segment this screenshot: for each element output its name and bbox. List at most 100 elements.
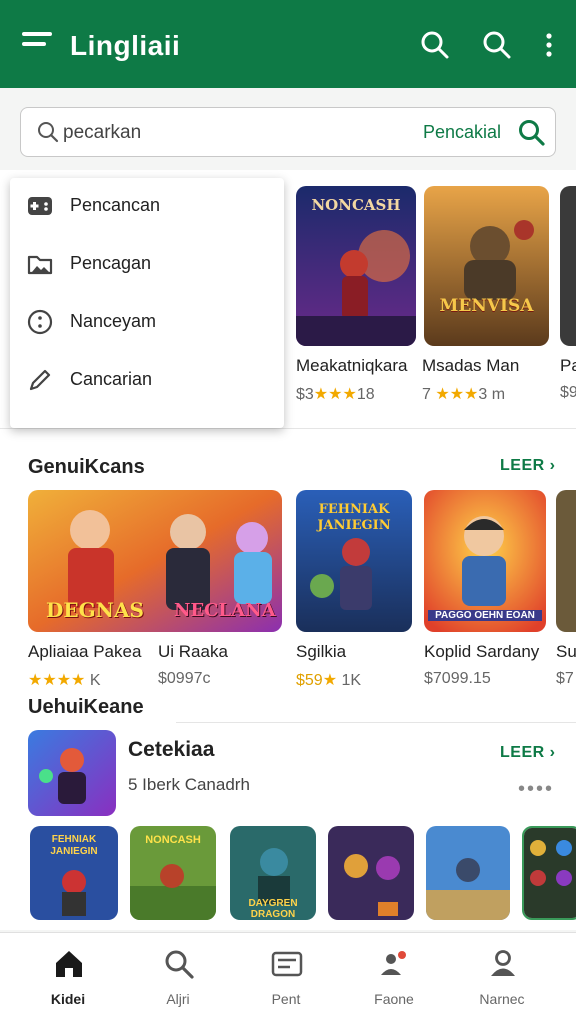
smiley-icon bbox=[27, 309, 53, 335]
game-card[interactable]: MENVISA bbox=[424, 186, 549, 346]
game-title: Koplid Sardany bbox=[424, 642, 540, 661]
search-icon bbox=[38, 122, 59, 143]
card-icon bbox=[271, 951, 303, 977]
game-card[interactable]: NONCASH bbox=[296, 186, 416, 346]
menu-item[interactable]: Pencagan bbox=[10, 236, 284, 292]
game-title: Ui Raaka bbox=[158, 642, 228, 661]
game-banner-text: DEGNAS bbox=[46, 598, 144, 622]
game-card[interactable]: FEHNIAK JANIEGIN bbox=[296, 490, 412, 632]
game-cover-image bbox=[424, 186, 549, 346]
game-title: Pa bbox=[560, 356, 576, 375]
rating-value: 18 bbox=[356, 386, 375, 403]
game-cover-image bbox=[328, 826, 414, 920]
game-title: Sgilkia bbox=[296, 642, 347, 661]
more-options-dots[interactable]: •••• bbox=[518, 778, 554, 801]
search-bar[interactable]: pecarkan Pencakial bbox=[20, 107, 556, 157]
rating-stars: ★ bbox=[322, 672, 338, 689]
game-card[interactable]: DEGNAS NECLANA bbox=[28, 490, 282, 632]
featured-game-title: Cetekiaa bbox=[128, 738, 215, 761]
game-price: 7 bbox=[422, 386, 431, 403]
game-thumbnail-partial[interactable] bbox=[522, 826, 576, 920]
game-meta: $9 bbox=[560, 384, 576, 402]
nav-item-card[interactable]: Pent bbox=[236, 933, 336, 1025]
app-bar: Lingliaii bbox=[0, 0, 576, 88]
game-thumbnail[interactable] bbox=[426, 826, 510, 920]
game-banner-text: FEHNIAK JANIEGIN bbox=[317, 502, 391, 533]
nav-item-people[interactable]: Faone bbox=[344, 933, 444, 1025]
bottom-navigation: Kidei Aljri Pent Faone Narnec bbox=[0, 932, 576, 1025]
featured-game-subtitle: 5 Iberk Canadrh bbox=[128, 775, 250, 794]
see-more-link[interactable]: LEER › bbox=[500, 744, 555, 762]
game-banner-text: PAGGO OEHN EOAN bbox=[428, 610, 542, 621]
game-card-partial[interactable] bbox=[560, 186, 576, 346]
game-cover-image bbox=[426, 826, 510, 920]
pen-icon bbox=[29, 369, 51, 391]
menu-icon[interactable] bbox=[22, 32, 54, 58]
more-vert-icon[interactable] bbox=[534, 30, 564, 60]
game-card[interactable]: PAGGO OEHN EOAN bbox=[424, 490, 546, 632]
search-action-label[interactable]: Pencakial bbox=[423, 122, 501, 143]
nav-item-home[interactable]: Kidei bbox=[18, 933, 118, 1025]
dropdown-menu: Pencancan Pencagan Nanceyam Cancarian bbox=[10, 178, 284, 428]
nav-label: Kidei bbox=[50, 991, 86, 1007]
game-banner-text: NONCASH bbox=[311, 196, 401, 214]
divider bbox=[176, 722, 576, 723]
section-title: GenuiKcans bbox=[28, 456, 145, 478]
game-banner-text: DAYGREN DRAGON bbox=[248, 898, 298, 920]
game-price: $9 bbox=[560, 384, 576, 401]
game-banner-text: NONCASH bbox=[145, 834, 201, 846]
search-submit-icon[interactable] bbox=[517, 118, 547, 148]
folder-icon bbox=[27, 255, 53, 275]
menu-item[interactable]: Cancarian bbox=[10, 352, 284, 408]
nav-label: Pent bbox=[271, 991, 301, 1007]
search-icon bbox=[165, 950, 194, 979]
game-price: $3 bbox=[296, 386, 314, 403]
nav-label: Aljri bbox=[166, 991, 190, 1007]
game-cover-image bbox=[28, 730, 116, 816]
nav-item-search[interactable]: Aljri bbox=[128, 933, 228, 1025]
game-price: $7 bbox=[556, 670, 574, 687]
game-meta: ★★★★ K bbox=[28, 670, 101, 690]
app-title: Lingliaii bbox=[70, 30, 181, 61]
divider bbox=[0, 428, 576, 429]
rating-value: K bbox=[89, 672, 101, 689]
see-more-link[interactable]: LEER › bbox=[500, 457, 555, 475]
menu-item-label: Pencagan bbox=[70, 253, 152, 273]
search-icon-secondary[interactable] bbox=[482, 30, 512, 60]
rating-value: 1K bbox=[341, 672, 362, 689]
menu-item[interactable]: Pencancan bbox=[10, 178, 284, 234]
game-price: $0997c bbox=[158, 670, 211, 687]
menu-item-label: Cancarian bbox=[70, 369, 153, 389]
nav-label: Faone bbox=[374, 991, 414, 1007]
rating-stars: ★★★★ bbox=[28, 672, 86, 689]
rating-stars: ★★★ bbox=[435, 386, 479, 403]
game-thumbnail[interactable]: DAYGREN DRAGON bbox=[230, 826, 316, 920]
controller-icon bbox=[28, 197, 52, 215]
search-icon[interactable] bbox=[420, 30, 450, 60]
menu-item-label: Nanceyam bbox=[70, 311, 157, 331]
game-thumbnail[interactable]: FEHNIAK JANIEGIN bbox=[30, 826, 118, 920]
game-banner-text: NECLANA bbox=[174, 600, 276, 621]
game-banner-text: FEHNIAK JANIEGIN bbox=[50, 834, 98, 857]
game-title: Meakatniqkara bbox=[296, 356, 408, 375]
game-card-partial[interactable] bbox=[556, 490, 576, 632]
search-input[interactable]: pecarkan bbox=[63, 122, 141, 144]
game-banner-text: MENVISA bbox=[439, 296, 534, 316]
game-cover-image bbox=[524, 828, 576, 918]
person-icon bbox=[491, 950, 515, 976]
section-title: UehuiKeane bbox=[28, 696, 144, 718]
game-thumbnail[interactable] bbox=[328, 826, 414, 920]
game-thumbnail[interactable]: NONCASH bbox=[130, 826, 216, 920]
game-meta: $59★ 1K bbox=[296, 670, 361, 690]
featured-game-icon[interactable] bbox=[28, 730, 116, 816]
people-icon bbox=[381, 951, 406, 975]
game-price: $59 bbox=[296, 672, 323, 689]
rating-stars: ★★★ bbox=[313, 386, 357, 403]
menu-item[interactable]: Nanceyam bbox=[10, 294, 284, 350]
nav-item-profile[interactable]: Narnec bbox=[452, 933, 552, 1025]
game-meta: 7 ★★★3 m bbox=[422, 384, 505, 404]
game-price: $7099.15 bbox=[424, 670, 491, 687]
home-icon bbox=[56, 951, 82, 977]
nav-label: Narnec bbox=[479, 991, 525, 1007]
game-title: Su bbox=[556, 642, 576, 661]
